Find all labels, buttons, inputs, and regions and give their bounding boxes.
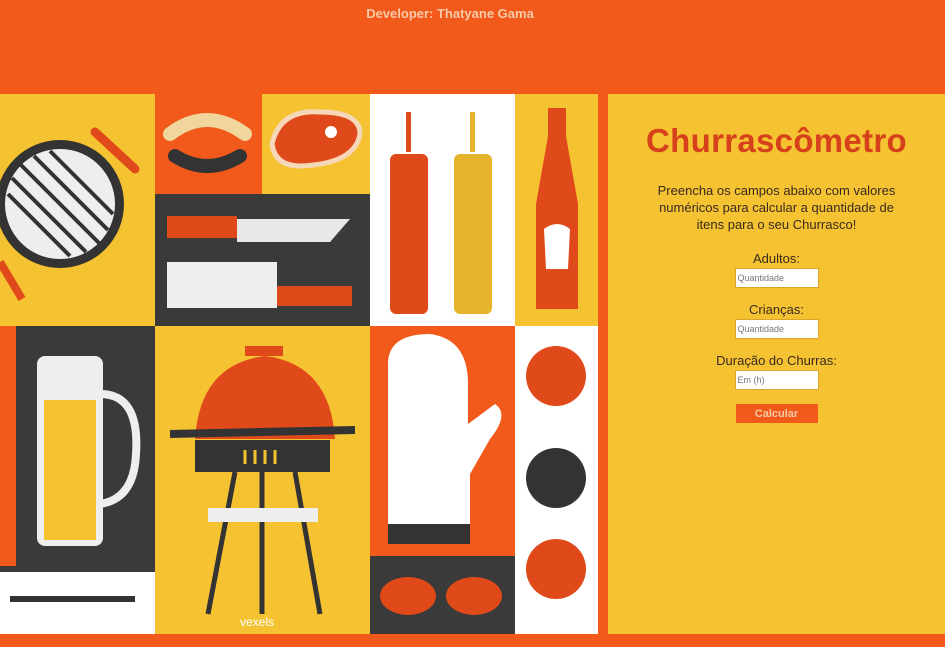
- duration-input[interactable]: [734, 370, 819, 390]
- page-title: Churrascômetro: [646, 122, 907, 159]
- calculator-panel: Churrascômetro Preencha os campos abaixo…: [608, 94, 945, 634]
- children-label: Crianças:: [749, 302, 804, 317]
- vexels-watermark: vexels: [240, 615, 274, 629]
- children-input[interactable]: [734, 319, 819, 339]
- bbq-illustration: vexels: [0, 94, 598, 634]
- duration-label: Duração do Churras:: [716, 353, 837, 368]
- patties-column-icon: [526, 346, 586, 599]
- instructions-text: Preencha os campos abaixo com valores nu…: [657, 183, 896, 232]
- adults-label: Adultos:: [753, 251, 800, 266]
- developer-credit: Developer: Thatyane Gama: [366, 6, 534, 21]
- calculate-button[interactable]: Calcular: [735, 404, 818, 423]
- adults-input[interactable]: [734, 268, 819, 288]
